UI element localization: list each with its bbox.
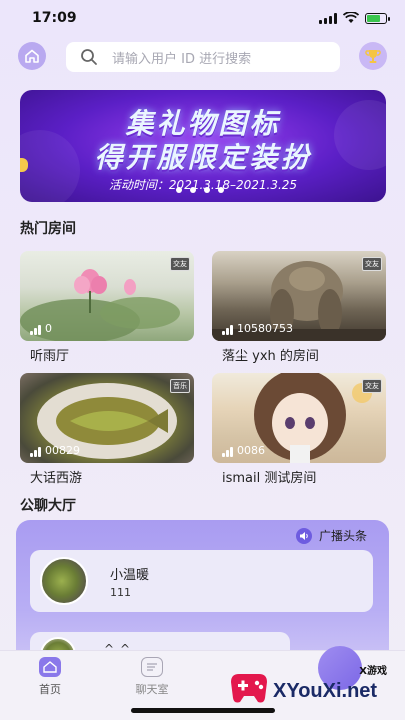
chat-message[interactable]: 小温暖 111 [30,550,373,612]
pager-dot[interactable] [190,187,196,193]
signal-bars-icon [30,325,41,335]
room-listener-count: 10580753 [222,322,293,335]
message-sender: 小温暖 [110,568,150,583]
watermark-small-text: X游戏 [359,666,387,677]
room-name[interactable]: ismail 测试房间 [222,467,316,486]
speaker-icon [295,527,312,544]
cellular-signal-icon [319,12,337,24]
trophy-icon [365,50,381,63]
header: 请输入用户 ID 进行搜索 [0,42,405,72]
room-card[interactable]: 音乐 00829 [20,373,194,463]
search-input[interactable]: 请输入用户 ID 进行搜索 [66,42,340,72]
room-count-value: 10580753 [237,322,293,335]
room-card[interactable]: 交友 0086 [212,373,386,463]
search-icon [81,49,97,65]
tab-home-label: 首页 [39,683,61,696]
search-placeholder: 请输入用户 ID 进行搜索 [112,51,252,67]
room-name[interactable]: 听雨厅 [30,345,69,364]
trophy-button[interactable] [359,42,387,70]
section-title-public-hall: 公聊大厅 [20,498,76,514]
tab-chatroom-label: 聊天室 [135,683,169,696]
room-count-value: 00829 [45,444,80,457]
room-card[interactable]: 交友 0 [20,251,194,341]
tab-chatroom[interactable]: 聊天室 [122,657,182,697]
chat-tab-icon [141,657,163,677]
broadcast-headline-button[interactable]: 广播头条 [295,527,367,544]
room-name[interactable]: 大话西游 [30,467,82,486]
promo-banner[interactable]: 集礼物图标 得开服限定装扮 活动时间：2021.3.18–2021.3.25 [20,90,386,202]
watermark: X游戏 XYouXi.net [227,660,397,712]
home-tab-icon [39,657,61,677]
room-badge: 交友 [362,257,382,271]
room-listener-count: 00829 [30,444,80,457]
room-name[interactable]: 落尘 yxh 的房间 [222,345,319,364]
room-badge: 交友 [170,257,190,271]
tab-home[interactable]: 首页 [20,657,80,697]
home-button[interactable] [18,42,46,70]
pager-dot[interactable] [218,187,224,193]
room-badge: 交友 [362,379,382,393]
pager-dot[interactable] [204,187,210,193]
room-badge: 音乐 [170,379,190,393]
game-controller-logo-icon [231,674,267,703]
status-bar: 17:09 [0,0,405,36]
pager-dot[interactable] [176,187,182,193]
avatar[interactable] [40,557,88,605]
signal-bars-icon [222,325,233,335]
home-indicator [131,708,275,713]
status-time: 17:09 [32,10,77,26]
room-count-value: 0 [45,322,52,335]
battery-icon [365,12,390,24]
message-text: 111 [110,586,131,599]
room-listener-count: 0086 [222,444,265,457]
signal-bars-icon [222,447,233,457]
section-title-hot-rooms: 热门房间 [20,221,76,237]
wifi-icon [343,12,359,23]
room-count-value: 0086 [237,444,265,457]
room-card[interactable]: 交友 10580753 [212,251,386,341]
room-listener-count: 0 [30,322,52,335]
watermark-text: XYouXi.net [273,680,378,702]
signal-bars-icon [30,447,41,457]
home-icon [25,49,39,63]
banner-pager-dots[interactable] [176,187,224,193]
broadcast-label: 广播头条 [318,529,367,543]
status-icons [319,12,390,24]
banner-title-line2: 得开服限定装扮 [94,141,312,174]
